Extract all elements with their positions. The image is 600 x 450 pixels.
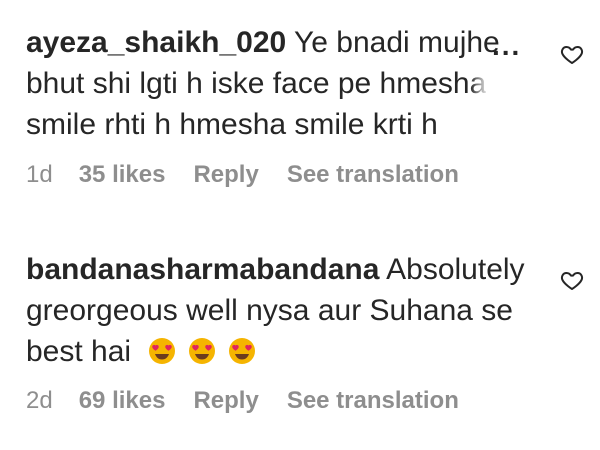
heart-eyes-emoji [227,336,257,377]
reply-button[interactable]: Reply [193,387,258,415]
comment-text-line2: bhut shi lgti h iske face pe hmesh [26,67,470,100]
see-translation-button[interactable]: See translation [287,387,459,415]
comment-username[interactable]: bandanasharmabandana [26,253,379,286]
more-options-button[interactable]: ... [492,32,521,60]
comment-likes-count[interactable]: 69 likes [79,387,166,415]
reply-button[interactable]: Reply [193,161,258,189]
comment-item: bandanasharmabandana Absolutely greorgeo… [26,249,546,377]
comment-likes-count[interactable]: 35 likes [79,161,166,189]
comment-text-part1: Ye bnadi mujhe [294,26,500,59]
comment-timestamp: 1d [26,161,53,188]
comment-meta: 2d 69 likes Reply See translation [26,387,487,415]
comment-text-part1: Absolutely [386,253,525,286]
comment-meta: 1d 35 likes Reply See translation [26,161,487,189]
comment-timestamp: 2d [26,387,53,414]
heart-outline-icon [560,272,584,290]
comment-text-line3: smile rhti h hmesha smile krti h [26,108,438,141]
comment-text-line2: greorgeous well nysa aur Suhana se [26,294,513,327]
like-button[interactable] [560,268,584,292]
comment-body: ayeza_shaikh_020 Ye bnadi mujhe bhut shi… [26,22,546,145]
comment-username[interactable]: ayeza_shaikh_020 [26,26,286,59]
comment-item: ayeza_shaikh_020 Ye bnadi mujhe bhut shi… [26,22,546,145]
heart-eyes-emoji [147,336,177,377]
comment-text-line3: best hai [26,335,132,368]
comment-body: bandanasharmabandana Absolutely greorgeo… [26,249,546,377]
heart-eyes-emoji [187,336,217,377]
see-translation-button[interactable]: See translation [287,161,459,189]
like-button[interactable] [560,42,584,66]
comment-text-line2-fade: a [469,67,487,100]
comments-panel: ayeza_shaikh_020 Ye bnadi mujhe bhut shi… [0,0,600,450]
heart-outline-icon [560,46,584,64]
